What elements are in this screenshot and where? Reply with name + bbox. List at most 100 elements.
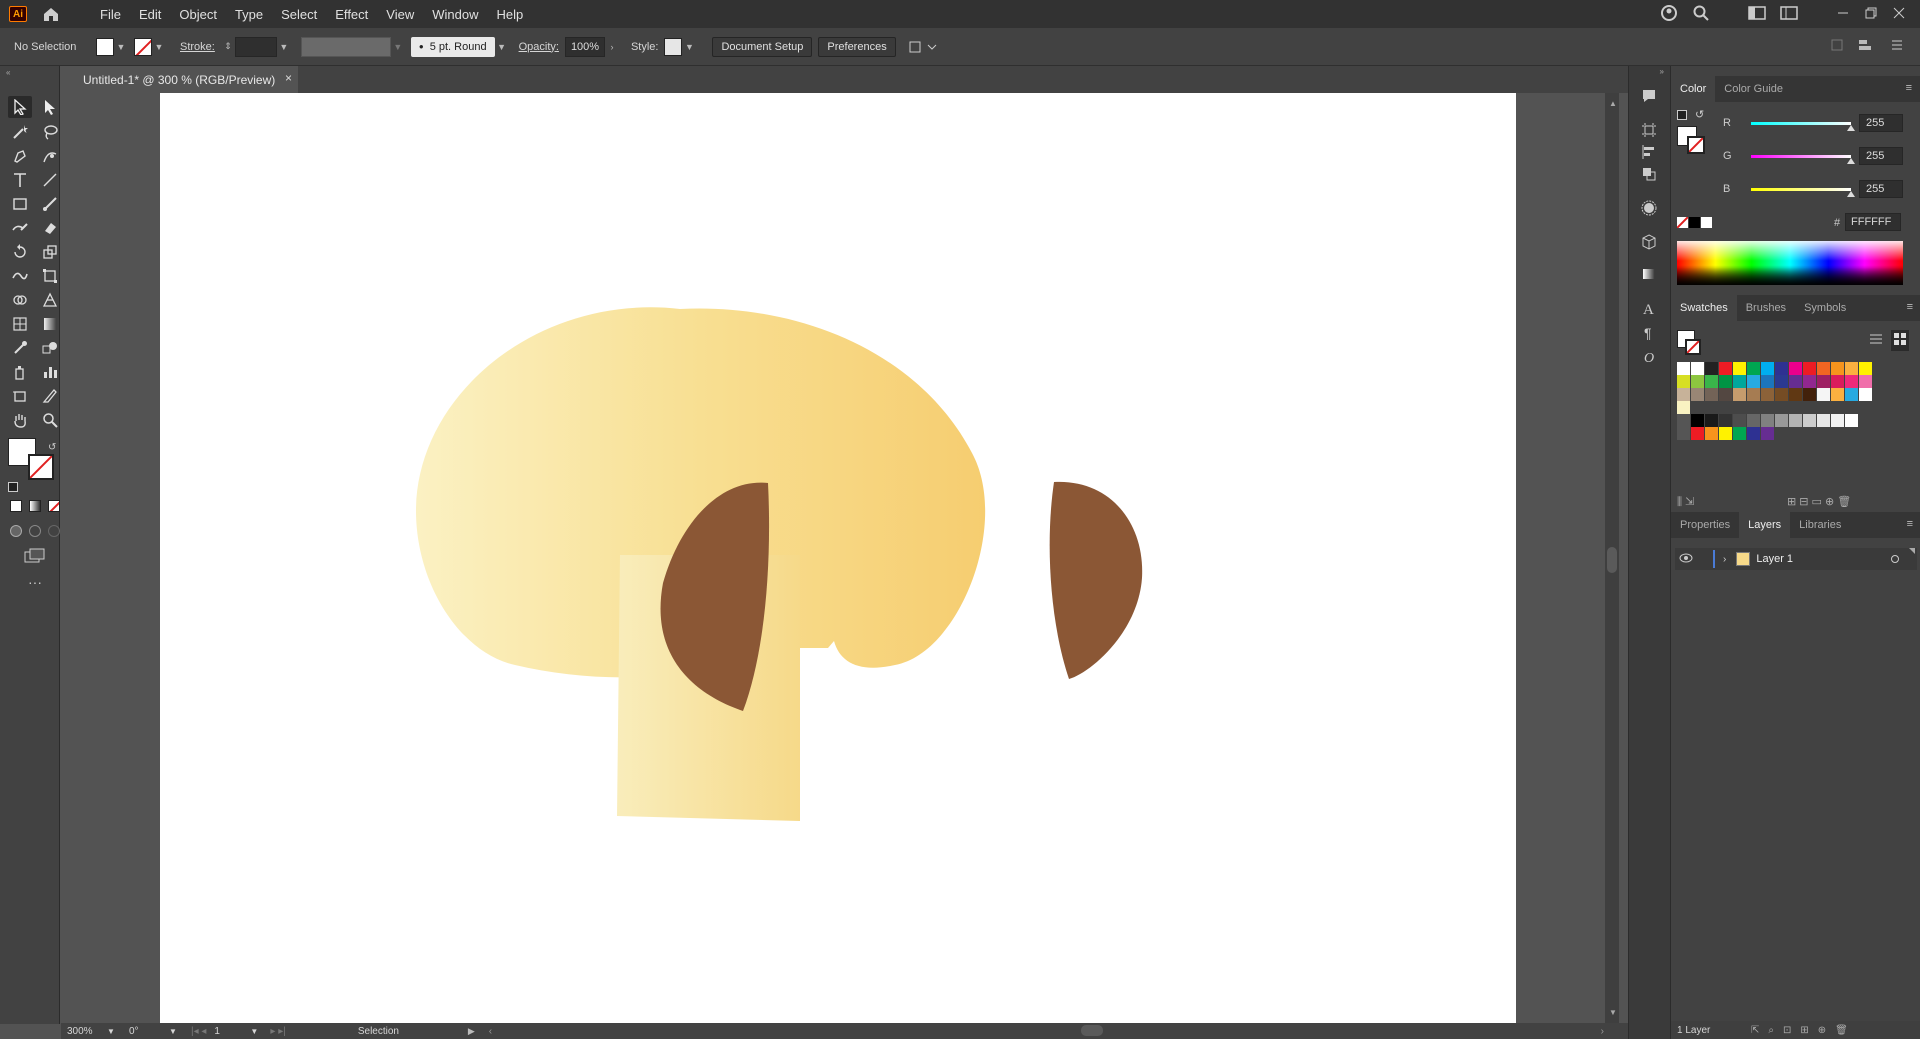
restore-icon[interactable]: [1864, 6, 1878, 23]
draw-inside-icon[interactable]: [48, 525, 60, 537]
default-fill-stroke-icon[interactable]: [1677, 110, 1687, 120]
warp-tool-icon[interactable]: [8, 265, 32, 287]
swatch-group-folder-icon[interactable]: [1677, 427, 1690, 440]
zoom-level[interactable]: 300%: [67, 1026, 107, 1037]
gradient-mode-icon[interactable]: [29, 500, 41, 512]
bright-swatch[interactable]: [1747, 427, 1760, 440]
pen-tool-icon[interactable]: [8, 145, 32, 167]
search-icon[interactable]: [1692, 4, 1710, 25]
color-swatch[interactable]: [1775, 362, 1788, 375]
color-swatch[interactable]: [1705, 362, 1718, 375]
artboard-tool-icon[interactable]: [8, 385, 32, 407]
hex-field[interactable]: FFFFFF: [1845, 213, 1901, 231]
column-graph-tool-icon[interactable]: [38, 361, 62, 383]
b-value-field[interactable]: 255: [1859, 180, 1903, 198]
mushroom-artwork[interactable]: [160, 93, 1516, 1023]
color-swatch[interactable]: [1705, 388, 1718, 401]
color-swatch[interactable]: [1845, 362, 1858, 375]
chevron-down-icon[interactable]: ▼: [250, 1027, 264, 1036]
mushroom-gill-right[interactable]: [1049, 481, 1143, 679]
menu-select[interactable]: Select: [272, 7, 326, 22]
tab-color[interactable]: Color: [1671, 76, 1716, 102]
color-swatch[interactable]: [1719, 388, 1732, 401]
hscroll-thumb[interactable]: [1081, 1025, 1103, 1036]
color-swatch[interactable]: [1761, 388, 1774, 401]
color-swatch[interactable]: [1789, 362, 1802, 375]
edit-toolbar-icon[interactable]: ···: [28, 574, 42, 590]
gray-swatch[interactable]: [1789, 414, 1802, 427]
r-slider[interactable]: [1751, 121, 1855, 131]
curvature-tool-icon[interactable]: [38, 145, 62, 167]
panel-menu-icon[interactable]: ≡: [1907, 301, 1913, 313]
current-tool-status[interactable]: Selection: [358, 1026, 468, 1037]
chevron-down-icon[interactable]: ▼: [495, 38, 509, 56]
color-swatch[interactable]: [1817, 362, 1830, 375]
color-swatch[interactable]: [1775, 375, 1788, 388]
chevron-down-icon[interactable]: ▼: [107, 1027, 121, 1036]
shape-builder-tool-icon[interactable]: [8, 289, 32, 311]
chevron-down-icon[interactable]: ▼: [152, 38, 166, 56]
workspace-icon[interactable]: [1780, 5, 1798, 23]
color-swatch[interactable]: [1733, 388, 1746, 401]
color-swatch[interactable]: [1677, 388, 1690, 401]
artboard-nav-first-icon[interactable]: |◂ ◂: [191, 1026, 206, 1037]
swap-fill-stroke-icon[interactable]: ↺: [48, 442, 56, 453]
close-window-icon[interactable]: [1892, 6, 1906, 23]
gray-swatch[interactable]: [1761, 414, 1774, 427]
none-swatch[interactable]: [1677, 217, 1688, 228]
bright-swatch[interactable]: [1733, 427, 1746, 440]
tab-swatches[interactable]: Swatches: [1671, 295, 1737, 321]
close-tab-icon[interactable]: ×: [285, 71, 292, 85]
bright-swatch[interactable]: [1719, 427, 1732, 440]
align-icon[interactable]: [1830, 38, 1844, 55]
comments-icon[interactable]: [1639, 86, 1659, 106]
transform-icon[interactable]: [1858, 38, 1876, 55]
variable-width-profile[interactable]: [300, 36, 391, 57]
home-icon[interactable]: [41, 4, 61, 24]
color-swatch[interactable]: [1761, 375, 1774, 388]
paintbrush-tool-icon[interactable]: [38, 193, 62, 215]
color-swatch[interactable]: [1691, 362, 1704, 375]
gradient-tool-icon[interactable]: [38, 313, 62, 335]
symbol-sprayer-tool-icon[interactable]: [8, 361, 32, 383]
menu-edit[interactable]: Edit: [130, 7, 170, 22]
lasso-tool-icon[interactable]: [38, 121, 62, 143]
gray-swatch[interactable]: [1817, 414, 1830, 427]
slice-tool-icon[interactable]: [38, 385, 62, 407]
menu-file[interactable]: File: [91, 7, 130, 22]
b-slider[interactable]: [1751, 187, 1855, 197]
rotate-tool-icon[interactable]: [8, 241, 32, 263]
swatch-stroke-box[interactable]: [1685, 339, 1701, 355]
panel-menu-icon[interactable]: [1890, 38, 1904, 55]
color-swatch[interactable]: [1761, 362, 1774, 375]
color-swatch[interactable]: [1719, 362, 1732, 375]
brush-definition[interactable]: ● 5 pt. Round: [410, 36, 495, 57]
collapse-dock-icon[interactable]: »: [1660, 67, 1664, 76]
opentype-icon[interactable]: O: [1639, 346, 1659, 366]
shaper-tool-icon[interactable]: [8, 217, 32, 239]
color-swatch[interactable]: [1789, 388, 1802, 401]
scroll-thumb[interactable]: [1607, 547, 1617, 573]
tab-symbols[interactable]: Symbols: [1795, 295, 1855, 321]
list-view-icon[interactable]: [1869, 332, 1883, 349]
gray-swatch[interactable]: [1691, 414, 1704, 427]
gray-swatch[interactable]: [1719, 414, 1732, 427]
menu-view[interactable]: View: [377, 7, 423, 22]
menu-type[interactable]: Type: [226, 7, 272, 22]
color-swatch[interactable]: [1845, 388, 1858, 401]
status-menu-icon[interactable]: ▶: [468, 1026, 475, 1037]
hscroll-left-icon[interactable]: ‹: [489, 1026, 492, 1037]
stroke-weight-field[interactable]: [234, 36, 277, 57]
color-swatch[interactable]: [1789, 375, 1802, 388]
color-swatch[interactable]: [1747, 388, 1760, 401]
visibility-eye-icon[interactable]: [1679, 553, 1699, 566]
none-mode-icon[interactable]: [48, 500, 60, 512]
menu-effect[interactable]: Effect: [326, 7, 377, 22]
scale-tool-icon[interactable]: [38, 241, 62, 263]
color-swatch[interactable]: [1831, 362, 1844, 375]
panel-menu-icon[interactable]: ≡: [1907, 518, 1913, 530]
color-swatch[interactable]: [1859, 362, 1872, 375]
menu-object[interactable]: Object: [170, 7, 226, 22]
document-setup-button[interactable]: Document Setup: [712, 36, 813, 57]
color-swatch[interactable]: [1747, 375, 1760, 388]
